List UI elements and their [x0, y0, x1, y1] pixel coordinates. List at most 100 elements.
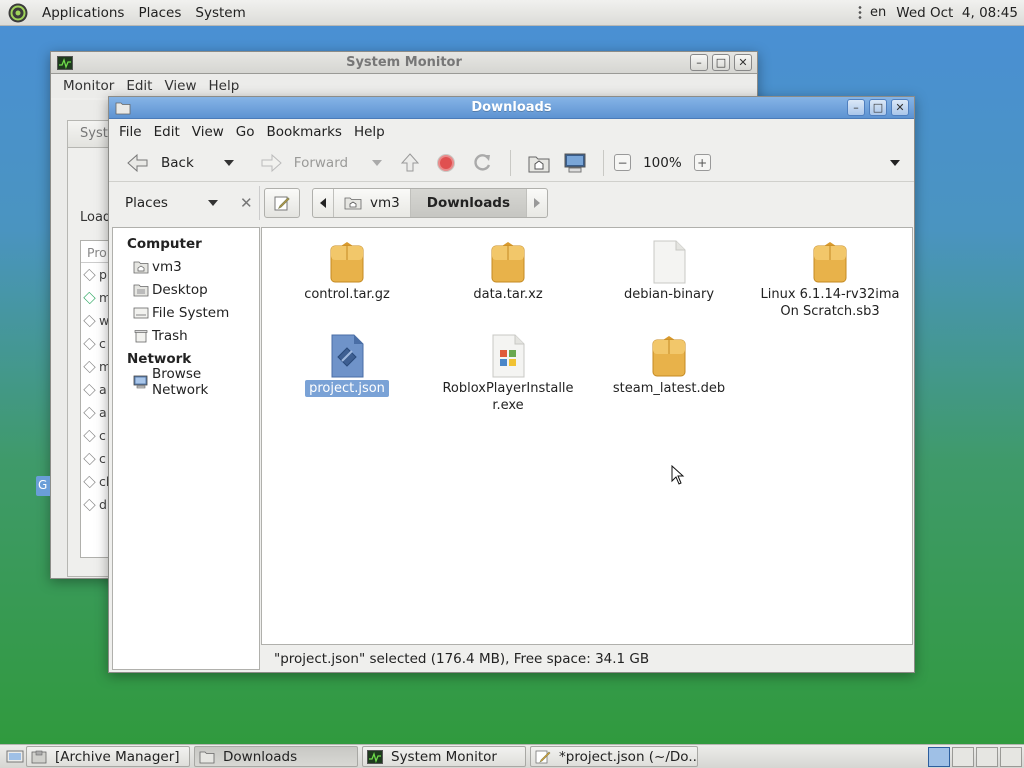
desktop-side-badge[interactable]: G	[36, 476, 50, 496]
zoom-in-button[interactable]: +	[693, 154, 711, 171]
keyboard-layout-indicator[interactable]: en	[870, 5, 886, 20]
zoom-in-icon: +	[697, 155, 708, 170]
taskbar-text-editor[interactable]: *project.json (~/Do...	[530, 746, 698, 767]
menu-view[interactable]: View	[186, 124, 230, 140]
file-item-linux-scratch-sb3[interactable]: Linux 6.1.14-rv32ima On Scratch.sb3	[755, 238, 905, 320]
forward-label: Forward	[293, 154, 349, 171]
file-item-data-tar-xz[interactable]: data.tar.xz	[433, 238, 583, 303]
workspace-3[interactable]	[976, 746, 998, 767]
places-label: Places	[125, 195, 168, 211]
menu-edit[interactable]: Edit	[120, 78, 158, 94]
location-bar: Places ✕ vm3 Downloads	[109, 182, 914, 224]
close-button[interactable]: ✕	[734, 54, 752, 71]
menu-bookmarks[interactable]: Bookmarks	[261, 124, 348, 140]
sidebar-item-browse-network[interactable]: Browse Network	[113, 366, 259, 398]
close-sidebar-icon[interactable]: ✕	[240, 194, 253, 212]
applications-menu[interactable]: Applications	[35, 5, 131, 21]
file-view[interactable]: control.tar.gz data.tar.xz debian-binary…	[261, 227, 913, 645]
breadcrumb-downloads[interactable]: Downloads	[410, 189, 528, 217]
home-folder-icon	[133, 261, 149, 273]
computer-button[interactable]	[563, 151, 587, 175]
drive-icon	[133, 307, 149, 318]
breadcrumb-vm3[interactable]: vm3	[334, 189, 411, 217]
show-desktop-icon	[6, 750, 24, 762]
sidebar-pane-selector[interactable]: Places ✕	[112, 186, 260, 220]
archive-icon	[491, 242, 525, 283]
load-label: Load	[80, 210, 112, 225]
workspace-2[interactable]	[952, 746, 974, 767]
breadcrumb-scroll-left[interactable]	[313, 189, 334, 217]
window-title: System Monitor	[346, 55, 462, 70]
distro-logo-icon[interactable]	[7, 2, 29, 24]
taskbar-archive-manager[interactable]: [Archive Manager]	[26, 746, 190, 767]
executable-icon	[492, 334, 525, 378]
menu-file[interactable]: File	[113, 124, 148, 140]
file-manager-titlebar[interactable]: Downloads – □ ✕	[109, 97, 914, 119]
back-button[interactable]: Back	[119, 148, 240, 178]
menu-view[interactable]: View	[158, 78, 202, 94]
sidebar-item-desktop[interactable]: Desktop	[113, 278, 259, 301]
breadcrumb: vm3 Downloads	[312, 188, 549, 218]
mouse-cursor-icon	[671, 465, 685, 485]
reload-button[interactable]	[470, 151, 494, 175]
bottom-panel: [Archive Manager] Downloads System Monit…	[0, 744, 1024, 768]
places-sidebar: Computer vm3 Desktop File System Trash N…	[112, 227, 260, 670]
toolbar-overflow-dropdown[interactable]	[890, 159, 900, 166]
maximize-button[interactable]: □	[869, 99, 887, 116]
file-item-control-tar-gz[interactable]: control.tar.gz	[272, 238, 422, 303]
workspace-1[interactable]	[928, 746, 950, 767]
menu-edit[interactable]: Edit	[148, 124, 186, 140]
computer-icon	[564, 153, 586, 172]
json-file-icon	[331, 334, 364, 378]
menu-monitor[interactable]: Monitor	[57, 78, 120, 94]
taskbar-downloads[interactable]: Downloads	[194, 746, 358, 767]
stop-icon	[437, 153, 456, 172]
close-button[interactable]: ✕	[891, 99, 909, 116]
folder-icon	[199, 751, 215, 763]
taskbar-system-monitor[interactable]: System Monitor	[362, 746, 526, 767]
maximize-button[interactable]: □	[712, 54, 730, 71]
file-item-project-json[interactable]: project.json	[272, 332, 422, 397]
sidebar-item-vm3[interactable]: vm3	[113, 255, 259, 278]
zoom-level[interactable]: 100%	[643, 155, 682, 171]
toggle-location-entry-button[interactable]	[264, 188, 300, 218]
file-manager-window[interactable]: Downloads – □ ✕ File Edit View Go Bookma…	[108, 96, 915, 673]
workspace-switcher	[926, 746, 1022, 767]
menu-help[interactable]: Help	[348, 124, 391, 140]
home-button[interactable]	[527, 151, 551, 175]
archive-icon	[652, 336, 686, 377]
breadcrumb-scroll-right[interactable]	[527, 189, 547, 217]
system-monitor-menubar: Monitor Edit View Help	[51, 74, 757, 98]
minimize-button[interactable]: –	[847, 99, 865, 116]
back-history-dropdown[interactable]	[223, 159, 234, 166]
system-monitor-titlebar[interactable]: System Monitor – □ ✕	[51, 52, 757, 74]
toolbar-separator	[603, 149, 605, 176]
clock[interactable]: Wed Oct 4, 08:45	[896, 5, 1018, 21]
text-editor-icon	[535, 750, 551, 763]
toolbar-separator	[510, 149, 512, 176]
forward-history-dropdown[interactable]	[372, 159, 383, 166]
chevron-down-icon[interactable]	[207, 200, 218, 206]
stop-button[interactable]	[434, 151, 458, 175]
places-menu[interactable]: Places	[131, 5, 188, 21]
zoom-out-button[interactable]: −	[614, 154, 632, 171]
forward-button[interactable]: Forward	[252, 148, 388, 178]
workspace-4[interactable]	[1000, 746, 1022, 767]
sidebar-item-file-system[interactable]: File System	[113, 301, 259, 324]
menu-go[interactable]: Go	[230, 124, 261, 140]
show-desktop-button[interactable]	[4, 747, 26, 767]
chevron-right-icon	[534, 198, 541, 208]
file-item-roblox-installer-exe[interactable]: RobloxPlayerInstaller.exe	[433, 332, 583, 414]
minimize-button[interactable]: –	[690, 54, 708, 71]
file-item-steam-latest-deb[interactable]: steam_latest.deb	[594, 332, 744, 397]
system-menu[interactable]: System	[188, 5, 252, 21]
sidebar-item-trash[interactable]: Trash	[113, 324, 259, 347]
up-button[interactable]	[398, 151, 422, 175]
file-item-debian-binary[interactable]: debian-binary	[594, 238, 744, 303]
folder-icon	[115, 102, 131, 114]
panel-drag-handle[interactable]	[858, 4, 863, 21]
back-arrow-icon	[127, 153, 148, 172]
blank-file-icon	[653, 240, 686, 284]
menu-help[interactable]: Help	[203, 78, 246, 94]
edit-pencil-icon	[274, 196, 290, 211]
